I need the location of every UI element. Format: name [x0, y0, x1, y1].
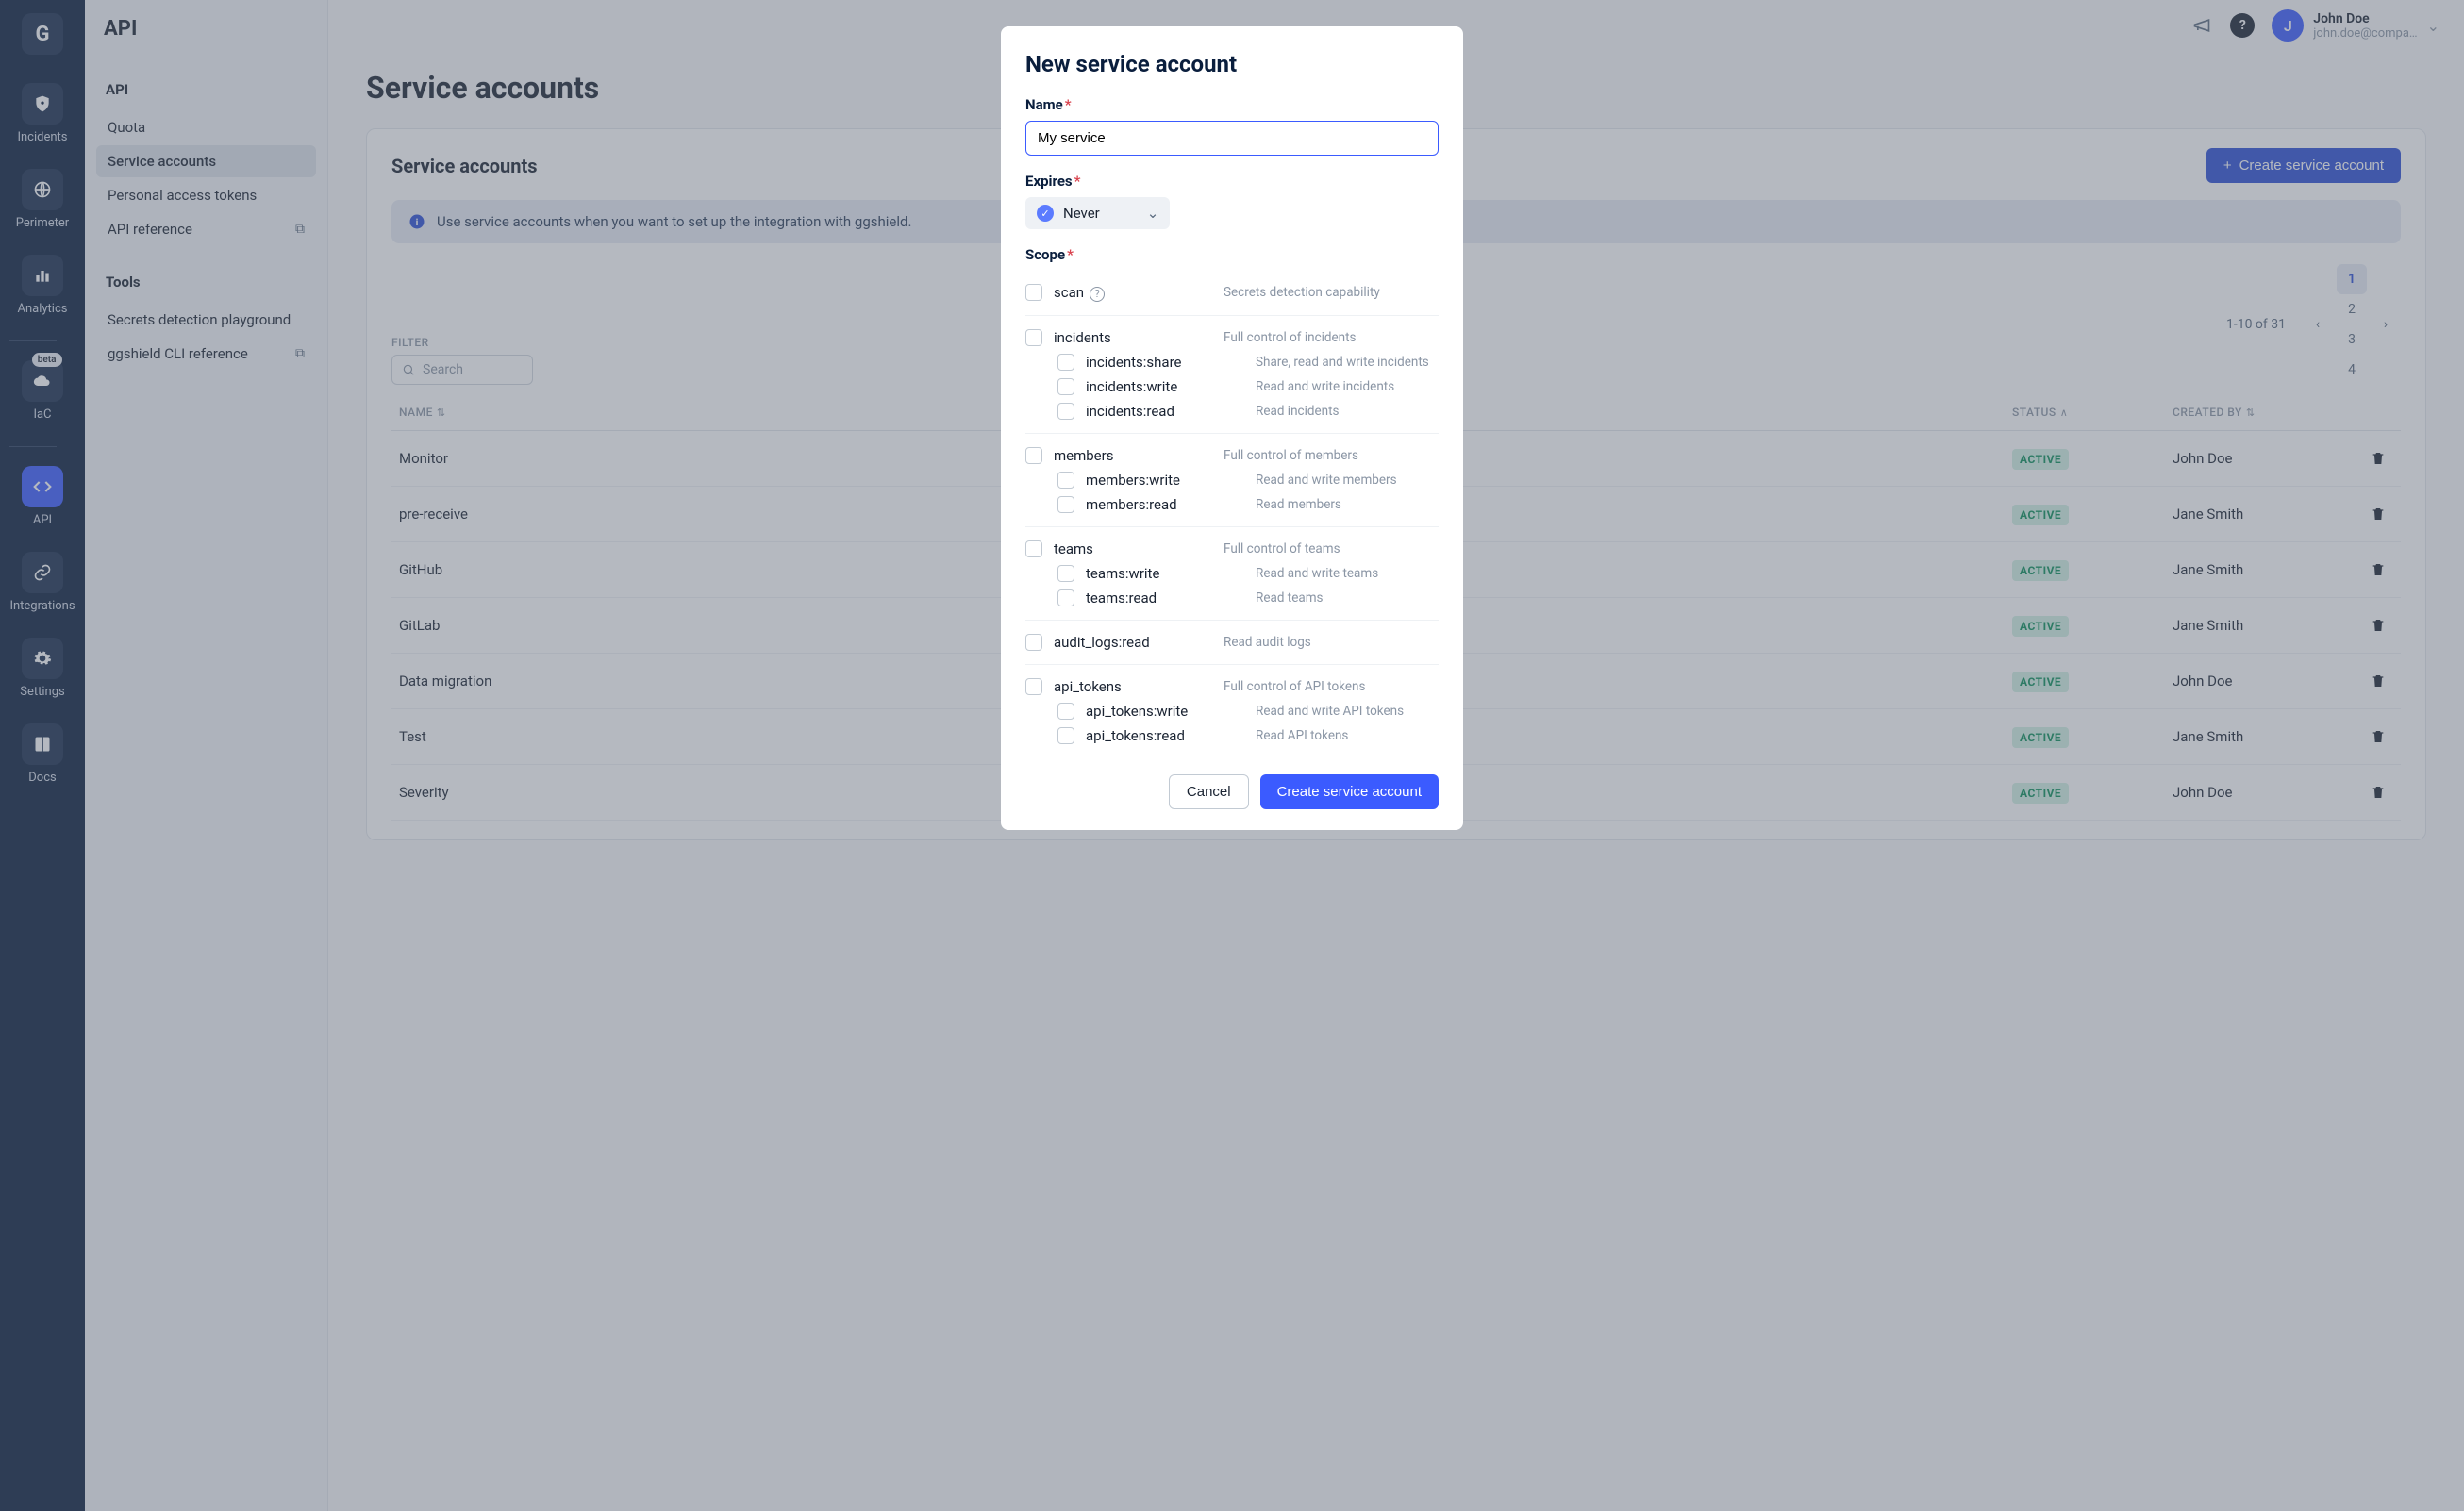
scope-name: scan? [1054, 284, 1224, 302]
expires-label: Expires* [1025, 173, 1439, 190]
scope-incidents: incidents Full control of incidents [1025, 325, 1439, 350]
scope-desc: Full control of members [1224, 448, 1439, 463]
scope-desc: Read teams [1256, 590, 1439, 606]
submit-button[interactable]: Create service account [1260, 774, 1439, 809]
expires-value: Never [1063, 205, 1100, 222]
scope-teams-read: teams:read Read teams [1025, 586, 1439, 610]
scope-name: api_tokens:read [1086, 727, 1256, 744]
scope-name: api_tokens [1054, 678, 1224, 695]
checkbox-teams[interactable] [1025, 540, 1042, 557]
chevron-down-icon: ⌄ [1147, 205, 1159, 222]
scope-name: audit_logs:read [1054, 634, 1224, 651]
checkbox-scan[interactable] [1025, 284, 1042, 301]
scope-name: members:read [1086, 496, 1256, 513]
scope-name: members:write [1086, 472, 1256, 489]
scope-desc: Read API tokens [1256, 728, 1439, 743]
scope-desc: Read and write incidents [1256, 379, 1439, 394]
checkbox-api_tokens-write[interactable] [1057, 703, 1074, 720]
checkbox-incidents-read[interactable] [1057, 403, 1074, 420]
scope-name: teams:write [1086, 565, 1256, 582]
scope-name: api_tokens:write [1086, 703, 1256, 720]
scope-name: incidents:read [1086, 403, 1256, 420]
expires-select[interactable]: ✓ Never ⌄ [1025, 197, 1170, 229]
modal-title: New service account [1025, 51, 1439, 77]
scope-desc: Read members [1256, 497, 1439, 512]
checkbox-teams-write[interactable] [1057, 565, 1074, 582]
scope-audit_logs:read: audit_logs:read Read audit logs [1025, 630, 1439, 655]
scope-name: members [1054, 447, 1224, 464]
scope-scan: scan? Secrets detection capability [1025, 280, 1439, 306]
modal-overlay[interactable]: New service account Name* Expires* ✓ Nev… [0, 0, 2464, 1511]
checkbox-members-read[interactable] [1057, 496, 1074, 513]
checkbox-members[interactable] [1025, 447, 1042, 464]
scope-incidents-write: incidents:write Read and write incidents [1025, 374, 1439, 399]
scope-desc: Read and write members [1256, 473, 1439, 488]
scope-name: teams:read [1086, 589, 1256, 606]
scope-incidents-share: incidents:share Share, read and write in… [1025, 350, 1439, 374]
checkbox-teams-read[interactable] [1057, 589, 1074, 606]
scope-desc: Share, read and write incidents [1256, 355, 1439, 370]
check-icon: ✓ [1037, 205, 1054, 222]
name-input[interactable] [1025, 121, 1439, 156]
scope-api_tokens-read: api_tokens:read Read API tokens [1025, 723, 1439, 748]
checkbox-incidents[interactable] [1025, 329, 1042, 346]
scope-desc: Full control of API tokens [1224, 679, 1439, 694]
scope-desc: Read and write teams [1256, 566, 1439, 581]
scope-desc: Read audit logs [1224, 635, 1439, 650]
name-label: Name* [1025, 96, 1439, 113]
scope-name: incidents:write [1086, 378, 1256, 395]
scope-desc: Read incidents [1256, 404, 1439, 419]
checkbox-audit_logs:read[interactable] [1025, 634, 1042, 651]
checkbox-incidents-write[interactable] [1057, 378, 1074, 395]
scope-desc: Full control of incidents [1224, 330, 1439, 345]
scope-desc: Read and write API tokens [1256, 704, 1439, 719]
checkbox-api_tokens[interactable] [1025, 678, 1042, 695]
checkbox-api_tokens-read[interactable] [1057, 727, 1074, 744]
scope-name: incidents [1054, 329, 1224, 346]
scope-api_tokens-write: api_tokens:write Read and write API toke… [1025, 699, 1439, 723]
help-icon[interactable]: ? [1090, 287, 1105, 302]
scope-name: teams [1054, 540, 1224, 557]
scope-teams: teams Full control of teams [1025, 537, 1439, 561]
scope-desc: Secrets detection capability [1224, 285, 1439, 300]
new-service-account-modal: New service account Name* Expires* ✓ Nev… [1001, 26, 1463, 830]
scope-desc: Full control of teams [1224, 541, 1439, 556]
scope-incidents-read: incidents:read Read incidents [1025, 399, 1439, 423]
checkbox-members-write[interactable] [1057, 472, 1074, 489]
scope-name: incidents:share [1086, 354, 1256, 371]
checkbox-incidents-share[interactable] [1057, 354, 1074, 371]
scope-members: members Full control of members [1025, 443, 1439, 468]
scope-teams-write: teams:write Read and write teams [1025, 561, 1439, 586]
scope-members-write: members:write Read and write members [1025, 468, 1439, 492]
scope-members-read: members:read Read members [1025, 492, 1439, 517]
scope-label: Scope* [1025, 246, 1439, 263]
cancel-button[interactable]: Cancel [1169, 774, 1249, 809]
scope-api_tokens: api_tokens Full control of API tokens [1025, 674, 1439, 699]
